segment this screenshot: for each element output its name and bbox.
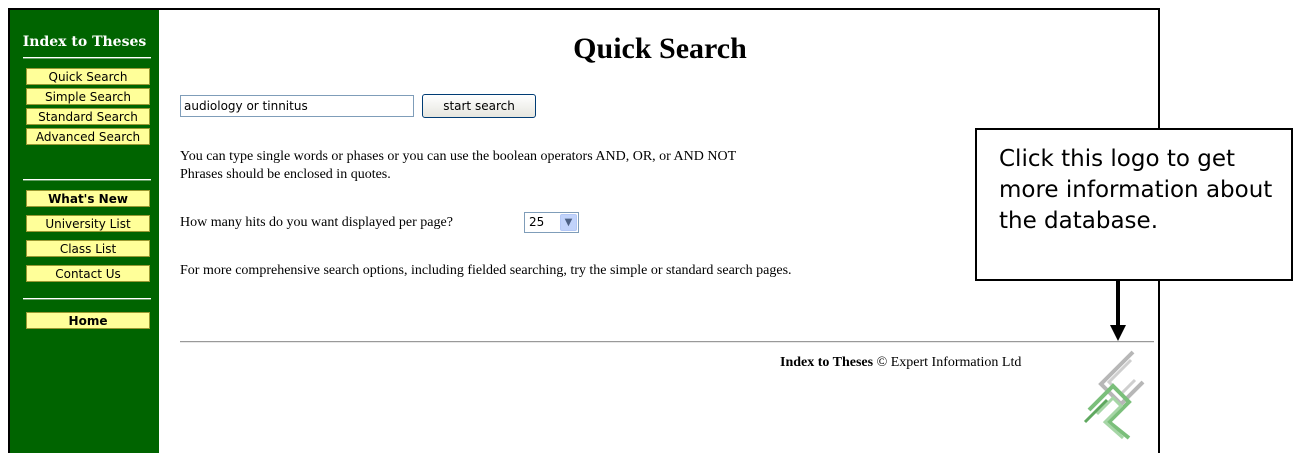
footer-copyright: Index to Theses © Expert Information Ltd [780,355,1021,371]
sidebar: Index to Theses Quick Search Simple Sear… [10,10,159,453]
footer-divider [180,341,1154,343]
expert-information-logo-icon[interactable] [1083,350,1153,440]
hits-per-page-select[interactable]: 25 ▼ [524,212,579,233]
logo-callout: Click this logo to get more information … [975,128,1293,281]
sidebar-divider [23,179,151,181]
sidebar-item-home[interactable]: Home [26,312,150,329]
footer-brand: Index to Theses [780,355,874,370]
start-search-button[interactable]: start search [422,94,536,118]
hits-per-page-value: 25 [529,215,545,229]
sidebar-divider [23,57,151,59]
chevron-down-icon[interactable]: ▼ [560,214,577,231]
more-options-text: For more comprehensive search options, i… [180,263,792,278]
sidebar-title: Index to Theses [22,34,147,50]
sidebar-item-class-list[interactable]: Class List [26,240,150,257]
sidebar-item-advanced-search[interactable]: Advanced Search [26,128,150,145]
sidebar-item-whats-new[interactable]: What's New [26,190,150,207]
hits-per-page-label: How many hits do you want displayed per … [180,215,453,230]
sidebar-item-university-list[interactable]: University List [26,215,150,232]
sidebar-item-simple-search[interactable]: Simple Search [26,88,150,105]
help-text-phrases: Phrases should be enclosed in quotes. [180,167,391,182]
sidebar-divider [23,298,151,300]
help-text-operators: You can type single words or phases or y… [180,149,737,164]
footer-copyright-text: © Expert Information Ltd [876,355,1022,370]
sidebar-item-contact-us[interactable]: Contact Us [26,265,150,282]
arrow-down-icon [1110,279,1126,341]
sidebar-item-standard-search[interactable]: Standard Search [26,108,150,125]
sidebar-item-quick-search[interactable]: Quick Search [26,68,150,85]
page-title: Quick Search [573,32,747,65]
search-input[interactable] [180,95,414,117]
